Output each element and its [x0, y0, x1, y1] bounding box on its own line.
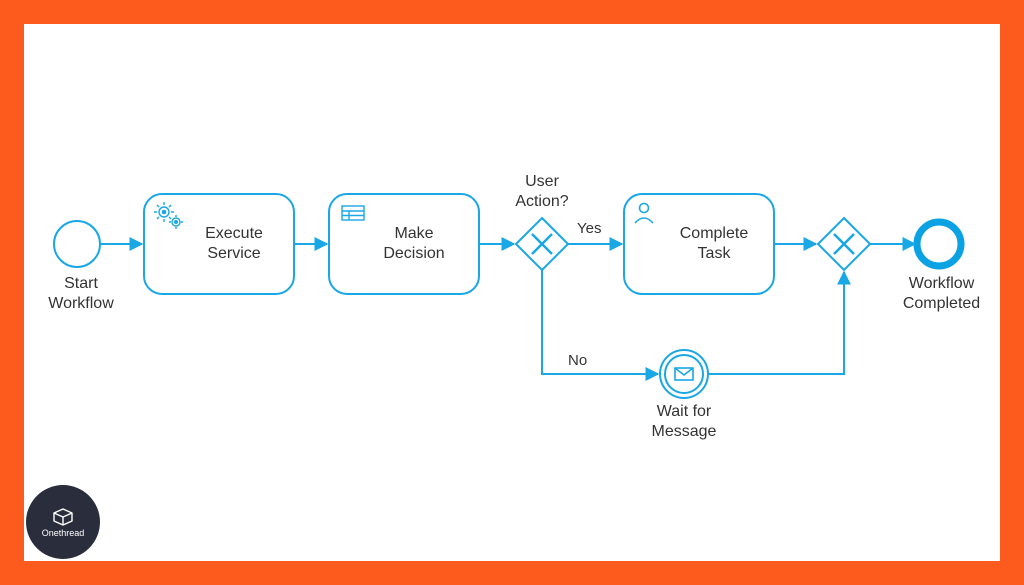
gateway1-label: UserAction?: [507, 172, 577, 212]
gateway-user-action: [516, 218, 568, 270]
edge-no-label: No: [568, 352, 587, 369]
edge-yes-label: Yes: [577, 220, 601, 237]
end-label: WorkflowCompleted: [894, 274, 989, 314]
complete-task-label: CompleteTask: [654, 224, 774, 264]
end-event: [917, 222, 961, 266]
logo-cube-icon: [50, 506, 76, 528]
bpmn-canvas: StartWorkflow ExecuteService MakeDecisio…: [24, 24, 1000, 561]
edge-wait-gw2: [708, 272, 844, 374]
start-event: [54, 221, 100, 267]
make-decision-label: MakeDecision: [354, 224, 474, 264]
diagram-svg: [24, 24, 1000, 561]
exec-service-label: ExecuteService: [174, 224, 294, 264]
logo-text: Onethread: [42, 528, 85, 538]
wait-msg-label: Wait forMessage: [644, 402, 724, 442]
table-icon: [342, 206, 364, 220]
event-wait-message: [660, 350, 708, 398]
edge-gw1-no: [542, 270, 658, 374]
onethread-logo: Onethread: [26, 485, 100, 559]
user-icon: [635, 204, 653, 224]
start-label: StartWorkflow: [36, 274, 126, 314]
gateway-merge: [818, 218, 870, 270]
